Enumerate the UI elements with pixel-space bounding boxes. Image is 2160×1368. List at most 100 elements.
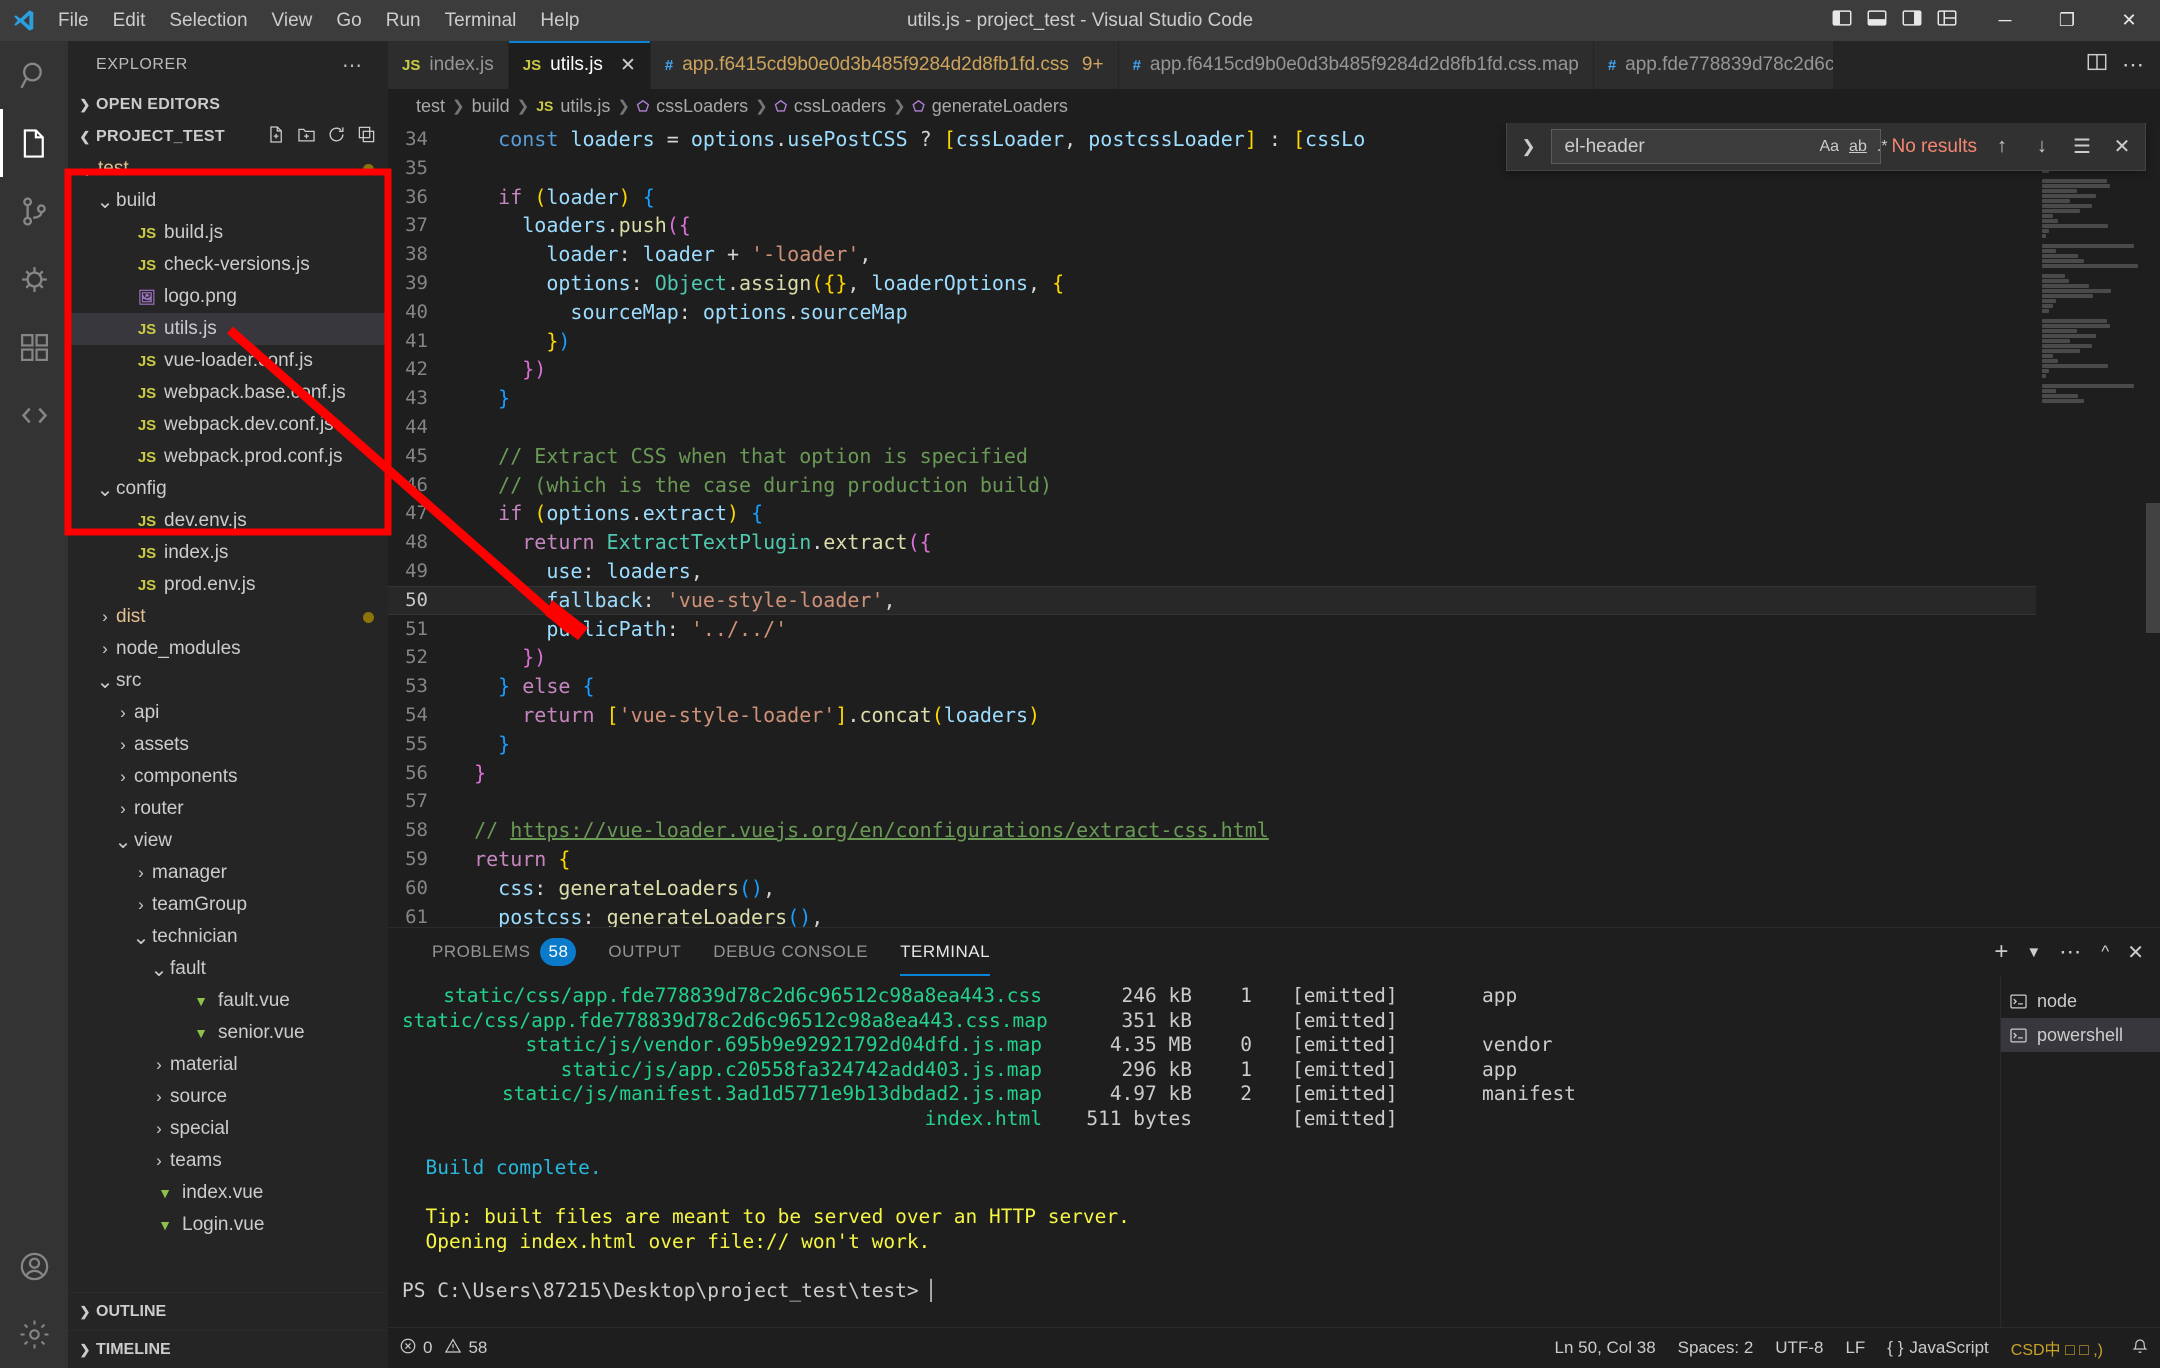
tree-item-teamgroup[interactable]: › teamGroup	[68, 889, 388, 921]
status-eol[interactable]: LF	[1834, 1338, 1876, 1358]
tree-item-webpack-dev-conf-js[interactable]: JS webpack.dev.conf.js	[68, 409, 388, 441]
tree-item-technician[interactable]: ⌄ technician	[68, 921, 388, 953]
tree-item-api[interactable]: › api	[68, 697, 388, 729]
terminal-item-powershell[interactable]: powershell	[2001, 1018, 2160, 1052]
code-line[interactable]: 47 if (options.extract) {	[388, 499, 2036, 528]
activity-accounts[interactable]	[0, 1232, 68, 1300]
tree-item-webpack-prod-conf-js[interactable]: JS webpack.prod.conf.js	[68, 441, 388, 473]
code-line[interactable]: 46 // (which is the case during producti…	[388, 471, 2036, 500]
close-button[interactable]: ✕	[2098, 0, 2160, 41]
new-terminal-icon[interactable]: +	[1994, 938, 2008, 966]
code-line[interactable]: 54 return ['vue-style-loader'].concat(lo…	[388, 701, 2036, 730]
code-line[interactable]: 36 if (loader) {	[388, 183, 2036, 212]
tree-item-index-vue[interactable]: ▼ index.vue	[68, 1177, 388, 1209]
tab-app-fde-css-map[interactable]: # app.fde778839d78c2d6c96	[1593, 41, 1834, 89]
code-line[interactable]: 48 return ExtractTextPlugin.extract({	[388, 528, 2036, 557]
code-line[interactable]: 56 }	[388, 759, 2036, 788]
breadcrumb-item-build[interactable]: build	[472, 96, 510, 117]
section-timeline[interactable]: ❯ TIMELINE	[68, 1330, 388, 1368]
menu-bar[interactable]: File Edit Selection View Go Run Terminal…	[46, 0, 592, 41]
previous-match-button[interactable]: ↑	[1987, 132, 2017, 162]
code-line[interactable]: 38 loader: loader + '-loader',	[388, 240, 2036, 269]
refresh-icon[interactable]	[327, 125, 346, 149]
new-folder-icon[interactable]	[297, 125, 316, 149]
tab-app-css[interactable]: # app.f6415cd9b0e0d3b485f9284d2d8fb1fd.c…	[650, 41, 1119, 89]
code-line[interactable]: 40 sourceMap: options.sourceMap	[388, 298, 2036, 327]
tree-item-assets[interactable]: › assets	[68, 729, 388, 761]
tree-item-components[interactable]: › components	[68, 761, 388, 793]
menu-go[interactable]: Go	[324, 0, 373, 41]
tree-item-check-versions-js[interactable]: JS check-versions.js	[68, 249, 388, 281]
editor-scrollbar[interactable]	[2146, 123, 2160, 927]
tree-item-webpack-base-conf-js[interactable]: JS webpack.base.conf.js	[68, 377, 388, 409]
tree-item-dev-env-js[interactable]: JS dev.env.js	[68, 505, 388, 537]
menu-file[interactable]: File	[46, 0, 101, 41]
status-notifications[interactable]	[2120, 1337, 2160, 1360]
new-file-icon[interactable]	[267, 125, 286, 149]
tree-item-source[interactable]: › source	[68, 1081, 388, 1113]
breadcrumb-item-cssloaders[interactable]: cssLoaders	[656, 96, 748, 117]
tree-item-router[interactable]: › router	[68, 793, 388, 825]
status-ime-indicator[interactable]: CSD中 □ □ ,)	[2000, 1336, 2120, 1360]
close-panel-icon[interactable]: ✕	[2127, 940, 2144, 965]
tree-item-test[interactable]: ⌄ test	[68, 153, 388, 185]
next-match-button[interactable]: ↓	[2027, 132, 2057, 162]
tree-item-build-js[interactable]: JS build.js	[68, 217, 388, 249]
tree-item-login-vue[interactable]: ▼ Login.vue	[68, 1209, 388, 1241]
match-case-icon[interactable]: Aa	[1819, 134, 1839, 160]
terminal-item-node[interactable]: node	[2001, 984, 2160, 1018]
file-tree[interactable]: ⌄ test ⌄ build JS build.js JS check-versions.js…	[68, 153, 388, 1292]
breadcrumb-item-utils-js[interactable]: utils.js	[560, 96, 610, 117]
tree-item-teams[interactable]: › teams	[68, 1145, 388, 1177]
code-line[interactable]: 53 } else {	[388, 672, 2036, 701]
tree-item-prod-env-js[interactable]: JS prod.env.js	[68, 569, 388, 601]
tree-item-senior-vue[interactable]: ▼ senior.vue	[68, 1017, 388, 1049]
tree-item-manager[interactable]: › manager	[68, 857, 388, 889]
customize-layout-icon[interactable]	[1936, 7, 1958, 35]
menu-view[interactable]: View	[260, 0, 325, 41]
menu-terminal[interactable]: Terminal	[433, 0, 529, 41]
split-terminal-dropdown-icon[interactable]: ▼	[2026, 944, 2041, 961]
tab-utils-js[interactable]: JS utils.js ✕	[508, 41, 651, 89]
code-line[interactable]: 59 return {	[388, 845, 2036, 874]
code-line[interactable]: 55 }	[388, 730, 2036, 759]
use-regex-icon[interactable]: .*	[1877, 134, 1888, 160]
close-find-button[interactable]: ✕	[2107, 132, 2137, 162]
tree-item-src[interactable]: ⌄ src	[68, 665, 388, 697]
breadcrumb-item-cssloaders-2[interactable]: cssLoaders	[794, 96, 886, 117]
code-line[interactable]: 49 use: loaders,	[388, 557, 2036, 586]
code-line[interactable]: 45 // Extract CSS when that option is sp…	[388, 442, 2036, 471]
activity-search[interactable]	[0, 41, 68, 109]
code-line[interactable]: 39 options: Object.assign({}, loaderOpti…	[388, 269, 2036, 298]
activity-explorer[interactable]	[0, 109, 68, 177]
code-content[interactable]: 34 const loaders = options.usePostCSS ? …	[388, 123, 2036, 927]
toggle-panel-icon[interactable]	[1866, 7, 1888, 35]
tree-item-view[interactable]: ⌄ view	[68, 825, 388, 857]
tree-item-logo-png[interactable]: 🖼 logo.png	[68, 281, 388, 313]
activity-extensions[interactable]	[0, 313, 68, 381]
panel-tab-terminal[interactable]: TERMINAL	[884, 928, 1006, 976]
tree-item-utils-js[interactable]: JS utils.js	[68, 313, 388, 345]
code-line[interactable]: 60 css: generateLoaders(),	[388, 874, 2036, 903]
section-open-editors[interactable]: ❯ OPEN EDITORS	[68, 89, 388, 121]
menu-help[interactable]: Help	[528, 0, 591, 41]
code-line[interactable]: 37 loaders.push({	[388, 211, 2036, 240]
maximize-button[interactable]: ❐	[2036, 0, 2098, 41]
status-language-mode[interactable]: { } JavaScript	[1876, 1338, 1999, 1358]
activity-remote-explorer[interactable]	[0, 381, 68, 449]
code-line[interactable]: 51 publicPath: '../../'	[388, 615, 2036, 644]
tab-app-css-map[interactable]: # app.f6415cd9b0e0d3b485f9284d2d8fb1fd.c…	[1118, 41, 1594, 89]
menu-selection[interactable]: Selection	[157, 0, 259, 41]
code-line[interactable]: 44	[388, 413, 2036, 442]
find-in-selection-button[interactable]: ☰	[2067, 132, 2097, 162]
tree-item-material[interactable]: › material	[68, 1049, 388, 1081]
breadcrumb-item-generateloaders[interactable]: generateLoaders	[932, 96, 1068, 117]
section-project-test[interactable]: ❮ PROJECT_TEST	[68, 121, 388, 153]
code-line[interactable]: 50 fallback: 'vue-style-loader',	[388, 585, 2036, 615]
panel-tab-problems[interactable]: PROBLEMS 58	[416, 928, 592, 976]
collapse-all-icon[interactable]	[357, 125, 376, 149]
tree-item-build[interactable]: ⌄ build	[68, 185, 388, 217]
toggle-secondary-sidebar-icon[interactable]	[1901, 7, 1923, 35]
tree-item-node-modules[interactable]: › node_modules	[68, 633, 388, 665]
maximize-panel-icon[interactable]: ^	[2101, 942, 2109, 962]
